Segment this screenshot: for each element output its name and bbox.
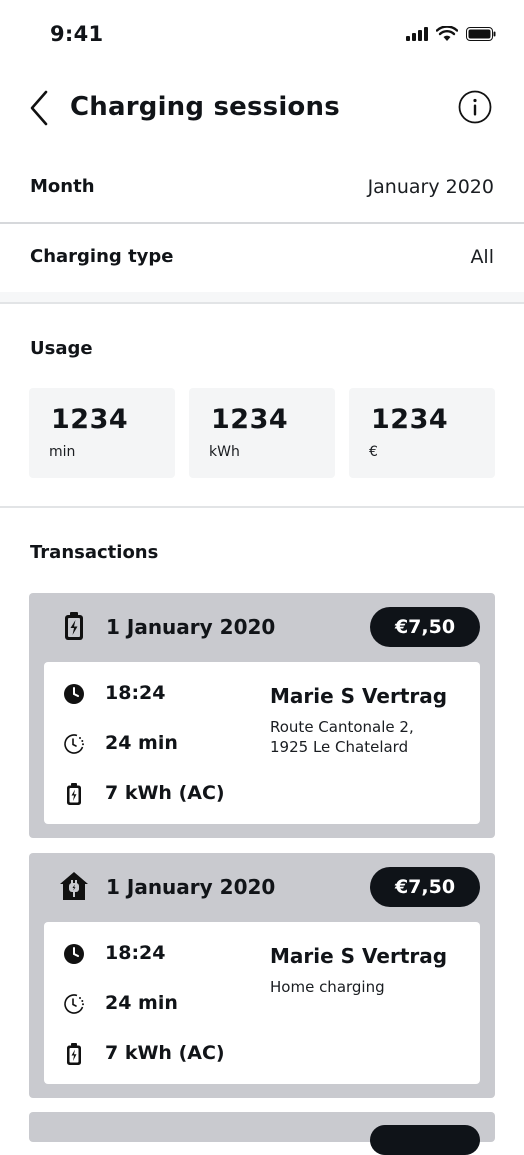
usage-value: 1234 — [371, 404, 449, 435]
transaction-date: 1 January 2020 — [106, 875, 276, 899]
price-badge: €7,50 — [370, 607, 480, 647]
station-address: Route Cantonale 2, 1925 Le Chatelard — [270, 717, 470, 757]
battery-charging-icon — [67, 1043, 81, 1065]
station-name: Marie S Vertrag — [270, 944, 448, 968]
station-name: Marie S Vertrag — [270, 684, 448, 708]
price-badge — [370, 1125, 480, 1155]
usage-unit: min — [49, 444, 76, 460]
usage-value: 1234 — [211, 404, 289, 435]
status-time: 9:41 — [50, 22, 104, 46]
duration-line: 24 min — [44, 729, 274, 759]
address-line: Home charging — [270, 978, 385, 996]
wifi-icon — [436, 26, 458, 41]
signal-icon — [406, 27, 428, 41]
usage-box-energy: 1234 kWh — [189, 388, 335, 478]
transaction-energy: 7 kWh (AC) — [105, 782, 225, 804]
clock-icon — [64, 944, 84, 964]
price-badge: €7,50 — [370, 867, 480, 907]
info-button[interactable] — [458, 90, 492, 124]
month-label: Month — [30, 176, 95, 197]
transaction-header: 1 January 2020 €7,50 — [29, 593, 495, 661]
transaction-duration: 24 min — [105, 732, 178, 754]
time-line: 18:24 — [44, 939, 274, 969]
transaction-card-partial[interactable] — [29, 1112, 495, 1155]
charging-type-value: All — [470, 246, 494, 268]
usage-value: 1234 — [51, 404, 129, 435]
chevron-left-icon — [30, 90, 48, 126]
usage-unit: € — [369, 444, 378, 460]
battery-charging-icon — [67, 783, 81, 805]
transaction-details: 18:24 24 min 7 kWh (AC) Marie S Vertrag — [44, 662, 480, 824]
transaction-header: 1 January 2020 €7,50 — [29, 853, 495, 921]
transaction-energy: 7 kWh (AC) — [105, 1042, 225, 1064]
battery-charging-icon — [59, 611, 89, 641]
address-line: Route Cantonale 2, — [270, 718, 414, 736]
transaction-duration: 24 min — [105, 992, 178, 1014]
energy-line: 7 kWh (AC) — [44, 779, 274, 809]
month-filter-row[interactable]: Month January 2020 — [0, 152, 524, 224]
info-icon — [458, 90, 492, 124]
energy-line: 7 kWh (AC) — [44, 1039, 274, 1069]
timer-icon — [64, 994, 84, 1014]
transactions-title: Transactions — [30, 542, 159, 563]
usage-unit: kWh — [209, 444, 240, 460]
page-title: Charging sessions — [70, 92, 340, 122]
transaction-card[interactable]: 1 January 2020 €7,50 18:24 24 min 7 kWh … — [29, 593, 495, 838]
usage-box-cost: 1234 € — [349, 388, 495, 478]
transaction-card[interactable]: 1 January 2020 €7,50 18:24 24 min 7 kWh … — [29, 853, 495, 1098]
charging-type-filter-row[interactable]: Charging type All — [0, 222, 524, 294]
page-header: Charging sessions — [0, 80, 524, 140]
transaction-time: 18:24 — [105, 942, 166, 964]
transaction-details: 18:24 24 min 7 kWh (AC) Marie S Vertrag — [44, 922, 480, 1084]
divider — [0, 506, 524, 508]
usage-box-minutes: 1234 min — [29, 388, 175, 478]
duration-line: 24 min — [44, 989, 274, 1019]
clock-icon — [64, 684, 84, 704]
section-separator — [0, 292, 524, 304]
status-icons — [406, 26, 496, 42]
charging-type-label: Charging type — [30, 246, 174, 267]
transaction-date: 1 January 2020 — [106, 615, 276, 639]
timer-icon — [64, 734, 84, 754]
station-address: Home charging — [270, 977, 470, 997]
transaction-time: 18:24 — [105, 682, 166, 704]
home-charging-icon — [59, 871, 89, 901]
battery-icon — [466, 27, 496, 41]
time-line: 18:24 — [44, 679, 274, 709]
address-line: 1925 Le Chatelard — [270, 738, 409, 756]
back-button[interactable] — [26, 88, 56, 128]
usage-title: Usage — [30, 338, 93, 359]
month-value: January 2020 — [367, 176, 494, 198]
status-bar: 9:41 — [0, 0, 524, 70]
